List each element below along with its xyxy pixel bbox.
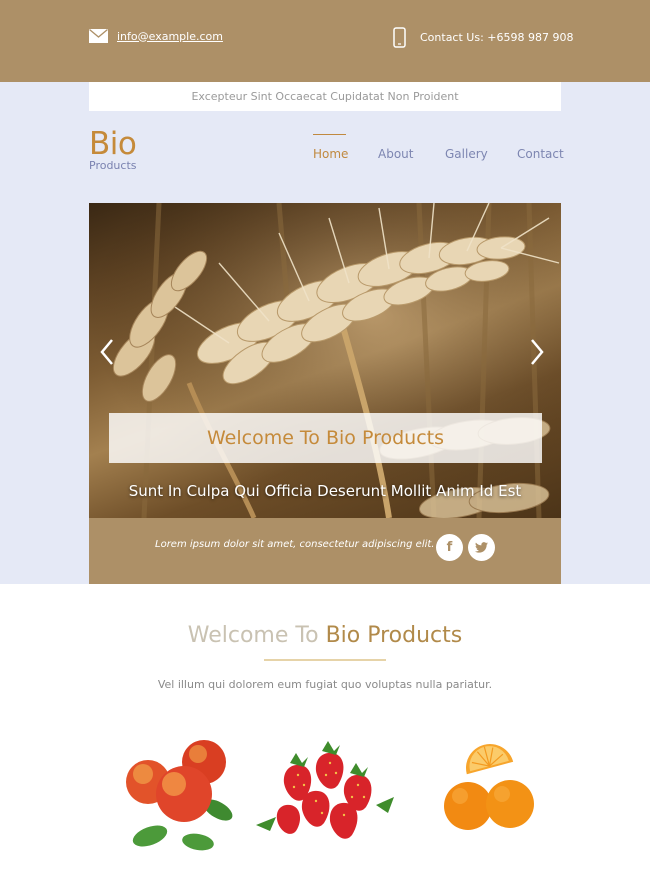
nav-item-gallery[interactable]: Gallery (445, 147, 488, 161)
logo-subtitle: Products (89, 159, 137, 172)
mobile-phone-icon (393, 27, 406, 48)
slide-caption: Welcome To Bio Products (109, 413, 542, 463)
wheat-photo (89, 203, 561, 518)
nav-item-home[interactable]: Home (313, 147, 348, 161)
hero-slider[interactable]: Welcome To Bio Products Sunt In Culpa Qu… (89, 203, 561, 518)
chevron-left-icon[interactable] (97, 337, 117, 367)
section-divider (264, 659, 386, 661)
nav-active-indicator (313, 134, 346, 135)
section-title: Welcome To Bio Products (0, 623, 650, 648)
oranges-image[interactable] (438, 738, 540, 842)
email-contact: info@example.com (89, 29, 223, 43)
envelope-icon (89, 29, 108, 43)
slide-subtitle: Sunt In Culpa Qui Officia Deserunt Molli… (128, 482, 522, 500)
strawberries-image[interactable] (256, 735, 394, 850)
facebook-icon: f (446, 540, 453, 555)
section-subtitle: Vel illum qui dolorem eum fugiat quo vol… (157, 678, 493, 691)
section-title-prefix: Welcome To (187, 623, 319, 648)
nav-item-contact[interactable]: Contact (517, 147, 564, 161)
twitter-bird-icon (475, 542, 488, 553)
site-logo[interactable]: Bio Products (89, 127, 137, 172)
social-tagline: Lorem ipsum dolor sit amet, consectetur … (155, 539, 435, 550)
facebook-button[interactable]: f (436, 534, 463, 561)
social-bar: Lorem ipsum dolor sit amet, consectetur … (89, 518, 561, 584)
nav-item-about[interactable]: About (378, 147, 413, 161)
logo-title: Bio (89, 126, 137, 162)
email-link[interactable]: info@example.com (117, 30, 223, 43)
top-bar: info@example.com Contact Us: +6598 987 9… (0, 0, 650, 82)
announcement-banner: Excepteur Sint Occaecat Cupidatat Non Pr… (89, 82, 561, 111)
chevron-right-icon[interactable] (527, 337, 547, 367)
section-title-accent: Bio Products (325, 623, 463, 648)
peaches-image[interactable] (118, 732, 240, 854)
phone-contact: Contact Us: +6598 987 908 (393, 27, 573, 48)
twitter-button[interactable] (468, 534, 495, 561)
contact-phone-text: Contact Us: +6598 987 908 (420, 31, 574, 44)
